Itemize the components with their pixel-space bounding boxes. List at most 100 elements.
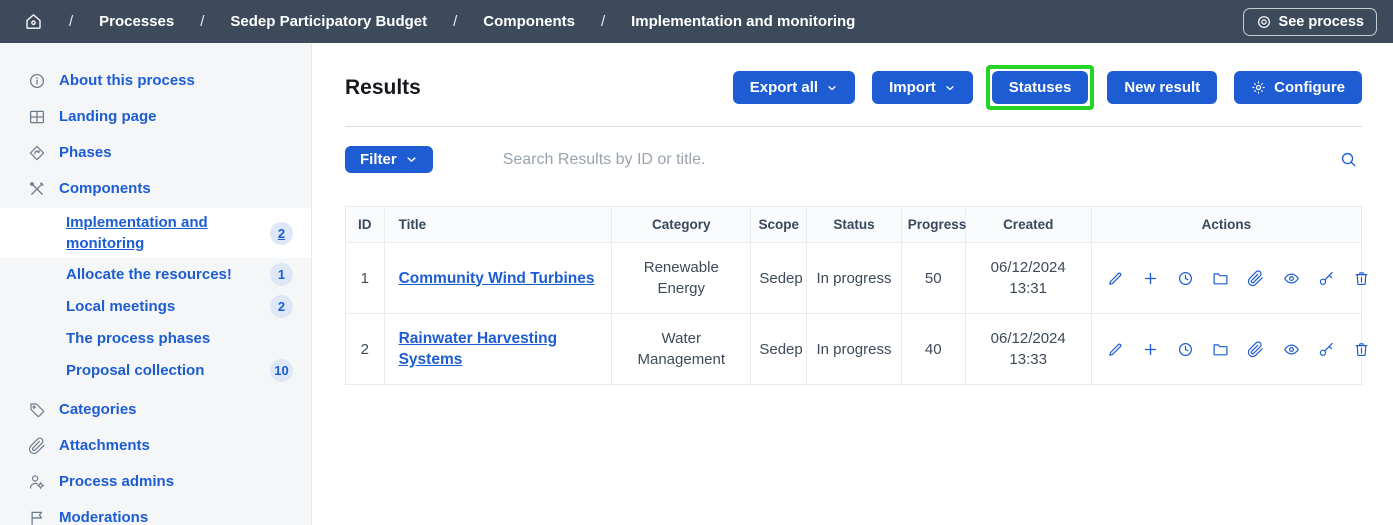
col-title: Title	[384, 207, 612, 243]
sidebar-subitem-proposal-collection[interactable]: Proposal collection 10	[0, 355, 311, 386]
result-id: 1	[346, 243, 385, 314]
page-title: Results	[345, 76, 421, 100]
search-input[interactable]	[503, 151, 1335, 169]
result-actions	[1091, 314, 1361, 385]
sidebar-item-attachments[interactable]: Attachments	[0, 428, 311, 464]
attachments-icon[interactable]	[1240, 341, 1271, 358]
count-badge: 10	[270, 359, 293, 382]
result-status: In progress	[807, 314, 901, 385]
chevron-down-icon	[826, 82, 838, 94]
results-table: ID Title Category Scope Status Progress …	[345, 206, 1362, 385]
col-status: Status	[807, 207, 901, 243]
count-badge: 2	[270, 295, 293, 318]
new-result-button[interactable]: New result	[1107, 71, 1217, 104]
paperclip-icon	[28, 437, 46, 455]
delete-icon[interactable]	[1346, 341, 1377, 358]
breadcrumb: / Processes / Sedep Participatory Budget…	[24, 12, 1243, 31]
history-icon[interactable]	[1170, 341, 1201, 358]
add-icon[interactable]	[1135, 270, 1166, 287]
col-created: Created	[965, 207, 1091, 243]
process-sidebar: About this process Landing page Phases C…	[0, 43, 312, 525]
flag-icon	[28, 509, 46, 525]
result-created: 06/12/2024 13:33	[965, 314, 1091, 385]
annotation-highlight-box: Statuses	[986, 65, 1095, 110]
sidebar-subitem-allocate-resources[interactable]: Allocate the resources! 1	[0, 259, 311, 290]
col-category: Category	[612, 207, 751, 243]
preview-icon[interactable]	[1276, 341, 1307, 358]
result-scope: Sedep	[751, 243, 807, 314]
table-row: 2 Rainwater Harvesting Systems Water Man…	[346, 314, 1362, 385]
breadcrumb-separator: /	[200, 13, 204, 30]
gear-icon	[1251, 80, 1266, 95]
breadcrumb-process-name[interactable]: Sedep Participatory Budget	[230, 13, 427, 30]
folder-icon[interactable]	[1205, 270, 1236, 287]
permissions-icon[interactable]	[1311, 270, 1342, 287]
sidebar-item-about[interactable]: About this process	[0, 63, 311, 99]
info-icon	[28, 72, 46, 90]
history-icon[interactable]	[1170, 270, 1201, 287]
result-status: In progress	[807, 243, 901, 314]
sidebar-item-moderations[interactable]: Moderations	[0, 500, 311, 525]
col-scope: Scope	[751, 207, 807, 243]
statuses-button[interactable]: Statuses	[992, 71, 1089, 104]
result-category: Renewable Energy	[612, 243, 751, 314]
count-badge: 1	[270, 263, 293, 286]
breadcrumb-separator: /	[453, 13, 457, 30]
results-panel: Results Export all Import Statuses New r…	[312, 43, 1393, 525]
result-scope: Sedep	[751, 314, 807, 385]
result-progress: 40	[901, 314, 965, 385]
import-button[interactable]: Import	[872, 71, 973, 104]
attachments-icon[interactable]	[1240, 270, 1271, 287]
col-id: ID	[346, 207, 385, 243]
sidebar-item-components[interactable]: Components	[0, 171, 311, 207]
landing-page-icon	[28, 108, 46, 126]
breadcrumb-components[interactable]: Components	[483, 13, 575, 30]
result-title-link[interactable]: Community Wind Turbines	[399, 270, 595, 287]
configure-button[interactable]: Configure	[1234, 71, 1362, 104]
target-icon	[1256, 14, 1272, 30]
header-divider	[345, 126, 1362, 127]
result-title-link[interactable]: Rainwater Harvesting Systems	[399, 330, 558, 368]
col-progress: Progress	[901, 207, 965, 243]
delete-icon[interactable]	[1346, 270, 1377, 287]
permissions-icon[interactable]	[1311, 341, 1342, 358]
breadcrumb-processes[interactable]: Processes	[99, 13, 174, 30]
breadcrumb-separator: /	[69, 13, 73, 30]
components-icon	[28, 180, 46, 198]
export-all-button[interactable]: Export all	[733, 71, 855, 104]
sidebar-item-landing-page[interactable]: Landing page	[0, 99, 311, 135]
sidebar-item-phases[interactable]: Phases	[0, 135, 311, 171]
sidebar-item-process-admins[interactable]: Process admins	[0, 464, 311, 500]
count-badge: 2	[270, 222, 293, 245]
breadcrumb-current-component[interactable]: Implementation and monitoring	[631, 13, 855, 30]
phases-icon	[28, 144, 46, 162]
search-button[interactable]	[1335, 150, 1362, 169]
add-icon[interactable]	[1135, 341, 1166, 358]
result-created: 06/12/2024 13:31	[965, 243, 1091, 314]
tag-icon	[28, 401, 46, 419]
sidebar-subitem-local-meetings[interactable]: Local meetings 2	[0, 291, 311, 322]
result-id: 2	[346, 314, 385, 385]
filter-button[interactable]: Filter	[345, 146, 433, 173]
result-category: Water Management	[612, 314, 751, 385]
sidebar-subitem-implementation-monitoring[interactable]: Implementation and monitoring 2	[0, 208, 311, 258]
folder-icon[interactable]	[1205, 341, 1236, 358]
table-row: 1 Community Wind Turbines Renewable Ener…	[346, 243, 1362, 314]
preview-icon[interactable]	[1276, 270, 1307, 287]
table-header-row: ID Title Category Scope Status Progress …	[346, 207, 1362, 243]
breadcrumb-separator: /	[601, 13, 605, 30]
chevron-down-icon	[405, 153, 418, 166]
sidebar-item-categories[interactable]: Categories	[0, 392, 311, 428]
sidebar-subitem-process-phases[interactable]: The process phases	[0, 323, 311, 354]
chevron-down-icon	[944, 82, 956, 94]
see-process-button[interactable]: See process	[1243, 8, 1377, 36]
edit-icon[interactable]	[1100, 341, 1131, 358]
result-progress: 50	[901, 243, 965, 314]
results-toolbar: Export all Import Statuses New result	[733, 65, 1362, 110]
admin-topbar: / Processes / Sedep Participatory Budget…	[0, 0, 1393, 43]
result-actions	[1091, 243, 1361, 314]
col-actions: Actions	[1091, 207, 1361, 243]
home-icon[interactable]	[24, 12, 43, 31]
edit-icon[interactable]	[1100, 270, 1131, 287]
filter-row: Filter	[345, 146, 1362, 173]
